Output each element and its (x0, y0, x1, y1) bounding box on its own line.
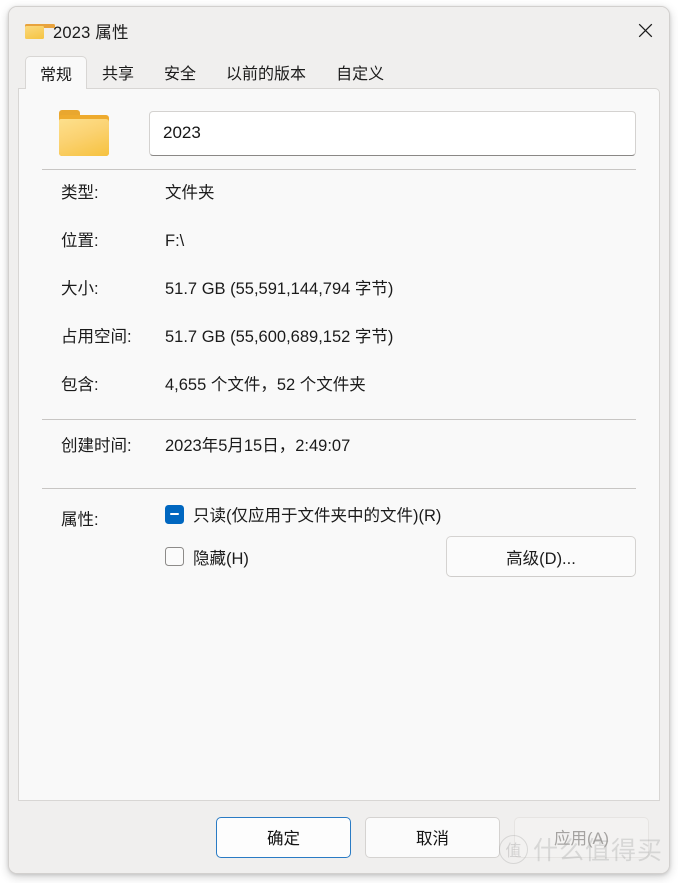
property-label-created: 创建时间: (61, 437, 132, 455)
attributes-section: 属性: 只读(仅应用于文件夹中的文件)(R) 隐藏(H) 高级(D)... (41, 489, 637, 577)
title-bar-left: 2023 属性 (9, 19, 129, 43)
folder-name-input[interactable]: 2023 (149, 110, 636, 156)
tab-customize-label: 自定义 (336, 66, 385, 83)
property-value-created: 2023年5月15日，2:49:07 (165, 437, 351, 455)
hidden-checkbox[interactable] (165, 547, 184, 566)
tab-previous-versions-label: 以前的版本 (226, 66, 307, 83)
hidden-checkbox-label: 隐藏(H) (193, 549, 249, 568)
property-row-size-on-disk: 占用空间: 51.7 GB (55,600,689,152 字节) (41, 323, 637, 371)
property-value-contains: 4,655 个文件，52 个文件夹 (165, 376, 366, 394)
property-row-size: 大小: 51.7 GB (55,591,144,794 字节) (41, 275, 637, 323)
tab-sharing[interactable]: 共享 (87, 55, 149, 88)
tab-customize[interactable]: 自定义 (321, 55, 399, 88)
property-value-location: F:\ (165, 232, 185, 250)
window-title: 2023 属性 (53, 24, 129, 42)
folder-name-row: 2023 (41, 89, 637, 169)
property-row-type: 类型: 文件夹 (41, 179, 637, 227)
advanced-button[interactable]: 高级(D)... (446, 536, 636, 577)
property-label-type: 类型: (61, 184, 99, 202)
property-label-contains: 包含: (61, 376, 99, 394)
properties-dialog: 2023 属性 常规 共享 安全 以前的版本 自定义 2023 类型: 文件夹 … (8, 6, 670, 874)
dialog-footer: 确定 取消 应用(A) 值 什么值得买 (9, 801, 669, 873)
hidden-checkbox-row[interactable]: 隐藏(H) (165, 545, 249, 569)
hidden-and-advanced-row: 隐藏(H) 高级(D)... (165, 536, 637, 577)
attributes-row: 属性: 只读(仅应用于文件夹中的文件)(R) 隐藏(H) 高级(D)... (41, 502, 637, 577)
cancel-button-label: 取消 (416, 830, 449, 848)
properties-list: 类型: 文件夹 位置: F:\ 大小: 51.7 GB (55,591,144,… (41, 170, 637, 419)
property-value-type: 文件夹 (165, 184, 215, 202)
property-row-contains: 包含: 4,655 个文件，52 个文件夹 (41, 371, 637, 419)
folder-icon (25, 23, 55, 39)
tab-strip: 常规 共享 安全 以前的版本 自定义 (9, 55, 669, 89)
property-label-size: 大小: (61, 280, 99, 298)
tab-general-label: 常规 (40, 66, 73, 84)
close-icon[interactable] (621, 7, 669, 54)
apply-button: 应用(A) (514, 816, 649, 858)
tab-sharing-label: 共享 (102, 66, 135, 83)
property-row-created: 创建时间: 2023年5月15日，2:49:07 (41, 432, 637, 488)
ok-button-label: 确定 (267, 830, 300, 848)
cancel-button[interactable]: 取消 (365, 816, 500, 858)
property-row-location: 位置: F:\ (41, 227, 637, 275)
general-tab-panel: 2023 类型: 文件夹 位置: F:\ 大小: 51.7 GB (55,591… (18, 88, 660, 801)
created-section: 创建时间: 2023年5月15日，2:49:07 (41, 420, 637, 488)
readonly-checkbox-label: 只读(仅应用于文件夹中的文件)(R) (193, 507, 442, 525)
tab-general[interactable]: 常规 (25, 56, 88, 89)
attributes-label: 属性: (61, 511, 99, 529)
folder-icon-large (58, 110, 110, 156)
property-label-location: 位置: (61, 232, 99, 250)
property-value-size: 51.7 GB (55,591,144,794 字节) (165, 280, 394, 298)
readonly-checkbox[interactable] (165, 504, 184, 524)
apply-button-label: 应用(A) (554, 830, 609, 848)
tab-security[interactable]: 安全 (149, 55, 211, 88)
advanced-button-label: 高级(D)... (506, 549, 576, 568)
title-bar: 2023 属性 (9, 7, 669, 55)
readonly-checkbox-row[interactable]: 只读(仅应用于文件夹中的文件)(R) (165, 502, 637, 526)
folder-name-value: 2023 (163, 123, 201, 142)
ok-button[interactable]: 确定 (216, 816, 351, 858)
property-value-size-on-disk: 51.7 GB (55,600,689,152 字节) (165, 328, 394, 346)
tab-previous-versions[interactable]: 以前的版本 (211, 55, 321, 88)
property-label-size-on-disk: 占用空间: (61, 328, 132, 346)
tab-security-label: 安全 (164, 66, 197, 83)
